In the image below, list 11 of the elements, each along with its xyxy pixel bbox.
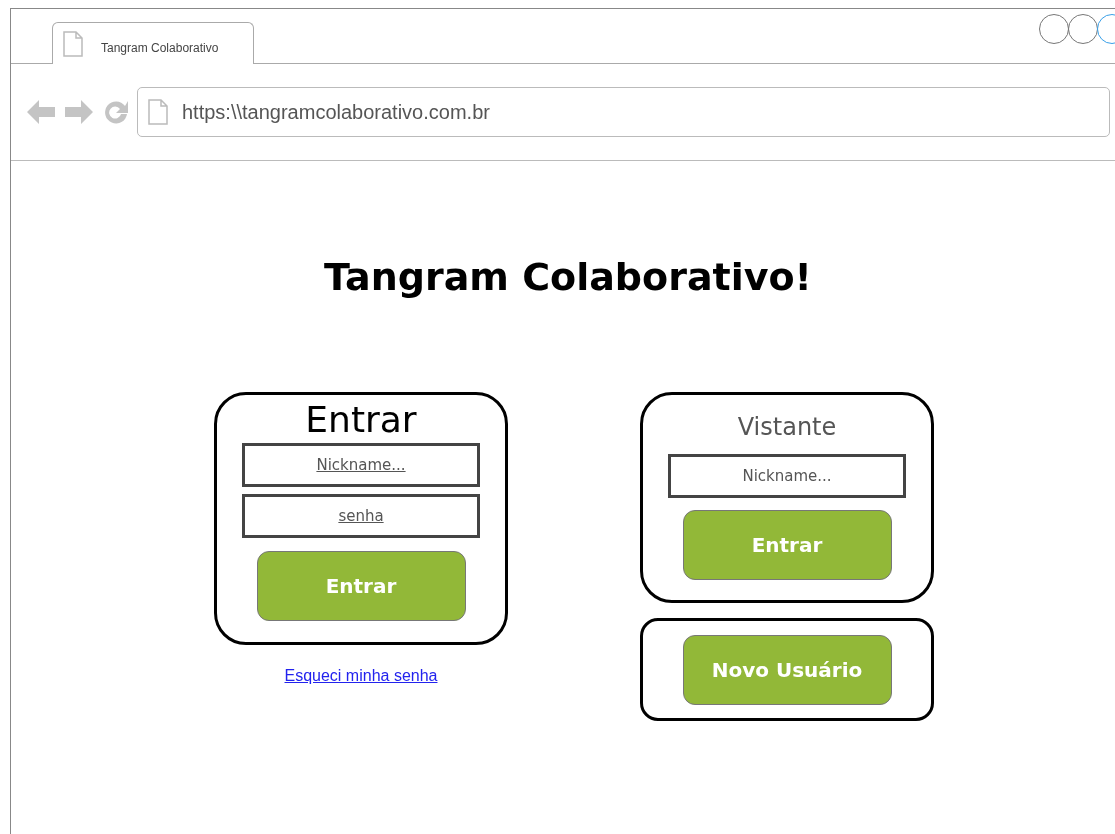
page-icon: [148, 99, 168, 125]
card-title: Vistante: [737, 412, 837, 442]
text-field[interactable]: senha: [242, 494, 480, 538]
browser-tab[interactable]: Tangram Colaborativo: [52, 22, 254, 64]
address-bar[interactable]: https:\\tangramcolaborativo.com.br: [137, 87, 1110, 137]
text-field[interactable]: Nickname...: [668, 454, 906, 498]
page-icon: [63, 30, 83, 57]
card-title: Entrar: [305, 398, 417, 442]
page-title: Tangram Colaborativo!: [324, 254, 812, 301]
forgot-password-link[interactable]: Esqueci minha senha: [284, 664, 438, 688]
text-field[interactable]: Nickname...: [242, 443, 480, 487]
